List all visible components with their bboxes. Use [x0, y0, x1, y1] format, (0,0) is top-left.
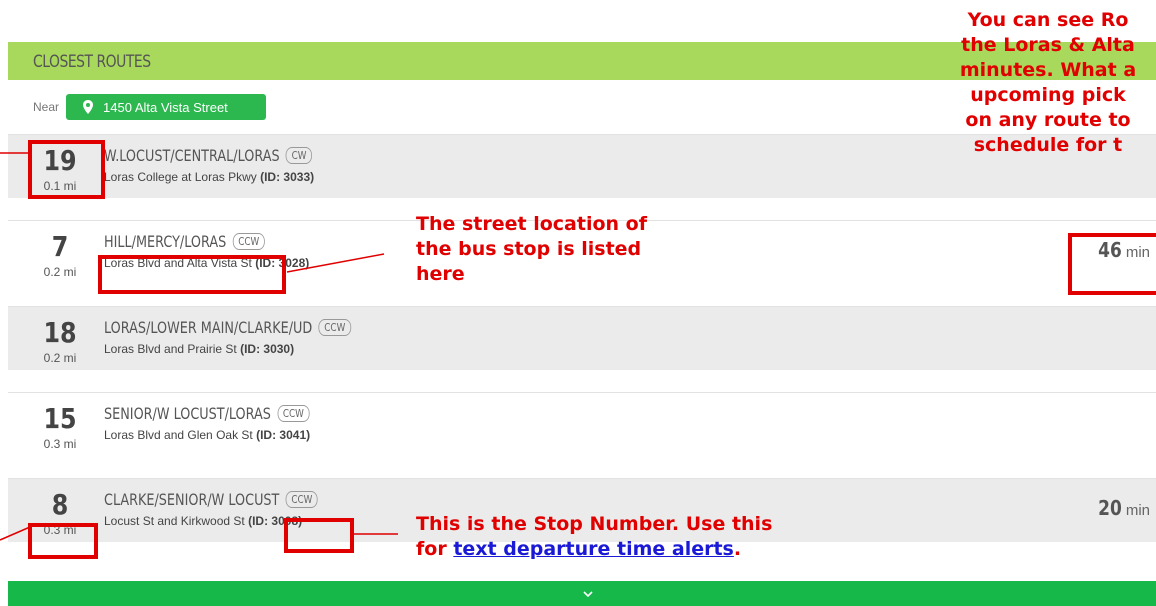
near-label: Near — [33, 100, 60, 114]
annotation-line: on any route to — [965, 109, 1131, 131]
route-name: CLARKE/SENIOR/W LOCUST CCW — [104, 490, 318, 509]
route-distance: 0.3 mi — [43, 437, 77, 451]
stop-id: (ID: 3041) — [256, 428, 311, 442]
route-distance: 0.2 mi — [43, 265, 77, 279]
stop-info: Loras College at Loras Pkwy (ID: 3033) — [104, 170, 314, 184]
route-row[interactable]: 18 0.2 mi LORAS/LOWER MAIN/CLARKE/UD CCW… — [8, 306, 1156, 370]
stop-street: Locust St and Kirkwood St — [104, 514, 245, 528]
direction-badge: CW — [285, 147, 313, 164]
eta-display: 20 min — [1094, 496, 1150, 520]
route-row[interactable]: 15 0.3 mi SENIOR/W LOCUST/LORAS CCW Lora… — [8, 392, 1156, 456]
annotation-line: You can see Ro — [967, 9, 1129, 31]
route-name: SENIOR/W LOCUST/LORAS CCW — [104, 404, 310, 423]
direction-badge: CCW — [277, 405, 310, 422]
annotation-line: the Loras & Alta — [961, 34, 1135, 56]
route-name-label: SENIOR/W LOCUST/LORAS — [104, 404, 271, 423]
route-eta-annotation: You can see Ro the Loras & Alta minutes.… — [928, 8, 1156, 183]
annotation-line: schedule for t — [973, 134, 1123, 156]
eta-value: 20 — [1097, 496, 1122, 520]
route-number: 18 — [43, 316, 77, 349]
stop-id: (ID: 3033) — [260, 170, 315, 184]
route-number-highlight-box — [28, 140, 105, 199]
street-location-annotation: The street location of the bus stop is l… — [416, 212, 647, 287]
stop-info: Locust St and Kirkwood St (ID: 3008) — [104, 514, 302, 528]
location-label: 1450 Alta Vista Street — [103, 99, 228, 115]
map-pin-icon — [83, 100, 93, 114]
route-number: 7 — [51, 230, 69, 263]
route-number: 8 — [51, 488, 69, 521]
street-highlight-box — [98, 255, 286, 294]
panel-title: CLOSEST ROUTES — [33, 52, 151, 72]
expand-routes-bar[interactable] — [8, 581, 1156, 606]
text-alerts-link[interactable]: text departure time alerts — [453, 538, 734, 560]
stop-street: Loras Blvd and Prairie St — [104, 342, 237, 356]
annotation-line: minutes. What a — [959, 59, 1137, 81]
stop-street: Loras College at Loras Pkwy — [104, 170, 257, 184]
route-name-label: W.LOCUST/CENTRAL/LORAS — [104, 146, 280, 165]
annotation-line: here — [416, 263, 465, 285]
annotation-line: the bus stop is listed — [416, 238, 642, 260]
stop-id-highlight-box — [284, 518, 354, 553]
location-button[interactable]: 1450 Alta Vista Street — [66, 94, 266, 120]
annotation-suffix: . — [733, 538, 742, 560]
stop-number-annotation: This is the Stop Number. Use this for te… — [416, 512, 772, 562]
annotation-prefix: for — [416, 538, 454, 560]
stop-id: (ID: 3030) — [240, 342, 295, 356]
route-name-label: HILL/MERCY/LORAS — [104, 232, 227, 251]
eta-highlight-box — [1068, 233, 1156, 295]
annotation-line: for text departure time alerts. — [416, 537, 772, 562]
direction-badge: CCW — [285, 491, 318, 508]
chevron-down-icon — [583, 591, 593, 598]
annotation-line: upcoming pick — [970, 84, 1126, 106]
distance-highlight-box — [28, 523, 98, 559]
route-name-label: LORAS/LOWER MAIN/CLARKE/UD — [104, 318, 313, 337]
route-name: HILL/MERCY/LORAS CCW — [104, 232, 265, 251]
direction-badge: CCW — [318, 319, 351, 336]
stop-street: Loras Blvd and Glen Oak St — [104, 428, 253, 442]
route-distance: 0.2 mi — [43, 351, 77, 365]
eta-unit: min — [1125, 502, 1150, 519]
direction-badge: CCW — [232, 233, 265, 250]
route-name: LORAS/LOWER MAIN/CLARKE/UD CCW — [104, 318, 351, 337]
route-name-label: CLARKE/SENIOR/W LOCUST — [104, 490, 280, 509]
route-number: 15 — [43, 402, 77, 435]
stop-info: Loras Blvd and Glen Oak St (ID: 3041) — [104, 428, 310, 442]
annotation-line: This is the Stop Number. Use this — [416, 513, 773, 535]
route-name: W.LOCUST/CENTRAL/LORAS CW — [104, 146, 313, 165]
annotation-line: The street location of — [416, 213, 647, 235]
stop-info: Loras Blvd and Prairie St (ID: 3030) — [104, 342, 294, 356]
